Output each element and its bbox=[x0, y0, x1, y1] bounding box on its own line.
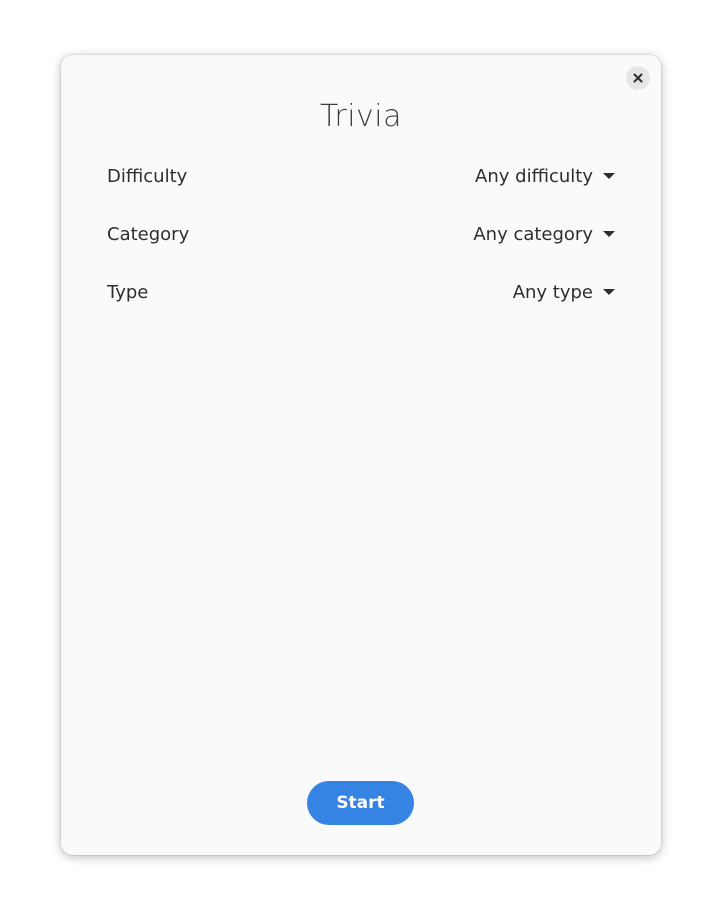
pan-down-icon bbox=[603, 289, 615, 295]
page-title: Trivia bbox=[319, 99, 403, 134]
difficulty-label: Difficulty bbox=[107, 165, 188, 187]
category-value: Any category bbox=[473, 223, 593, 245]
type-row: Type Any type bbox=[107, 277, 615, 307]
pan-down-icon bbox=[603, 231, 615, 237]
difficulty-dropdown[interactable]: Any difficulty bbox=[475, 166, 615, 187]
start-button[interactable]: Start bbox=[307, 781, 414, 825]
pan-down-icon bbox=[603, 173, 615, 179]
close-button[interactable] bbox=[626, 66, 650, 90]
type-dropdown[interactable]: Any type bbox=[513, 282, 615, 303]
difficulty-row: Difficulty Any difficulty bbox=[107, 161, 615, 191]
category-dropdown[interactable]: Any category bbox=[473, 224, 615, 245]
close-icon bbox=[633, 73, 643, 83]
category-label: Category bbox=[107, 223, 190, 245]
type-value: Any type bbox=[512, 281, 593, 303]
trivia-window: Trivia Difficulty Any difficulty Categor… bbox=[61, 55, 661, 855]
category-row: Category Any category bbox=[107, 219, 615, 249]
difficulty-value: Any difficulty bbox=[475, 165, 593, 187]
type-label: Type bbox=[107, 281, 149, 303]
